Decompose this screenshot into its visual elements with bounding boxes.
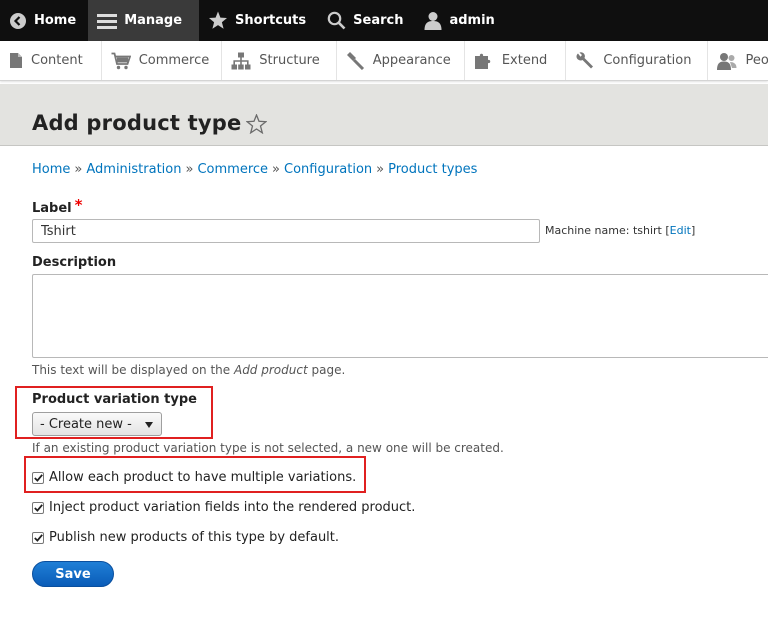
toolbar-user-label: admin: [449, 13, 495, 28]
description-textarea[interactable]: [32, 274, 768, 358]
variation-type-select[interactable]: - Create new -: [32, 412, 162, 436]
admin-menu-tray: Content Commerce Structure Appearance Ex…: [0, 41, 768, 81]
tray-item-label: Appearance: [372, 53, 451, 68]
tray-item-people[interactable]: People: [708, 41, 768, 80]
checkbox-inject-fields[interactable]: [32, 501, 44, 514]
toolbar-search-label: Search: [353, 13, 404, 28]
tray-item-label: Commerce: [138, 53, 210, 68]
machine-name-edit-link[interactable]: Edit: [670, 224, 691, 237]
tray-item-label: Extend: [501, 53, 548, 68]
breadcrumb-separator: »: [74, 162, 83, 177]
checkbox-multiple-label: Allow each product to have multiple vari…: [49, 470, 357, 485]
checkbox-row-publish: Publish new products of this type by def…: [32, 530, 339, 545]
checkmark-icon: [33, 533, 43, 542]
search-icon: [327, 11, 346, 30]
tray-item-structure[interactable]: Structure: [222, 41, 337, 80]
tray-item-configuration[interactable]: Configuration: [566, 41, 709, 80]
description-help: This text will be displayed on the Add p…: [32, 363, 345, 377]
variation-type-title: Product variation type: [32, 392, 197, 407]
toolbar-home-label: Home: [34, 13, 77, 28]
breadcrumb-configuration[interactable]: Configuration: [284, 162, 372, 177]
star-icon: [209, 11, 228, 29]
page-header: Add product type: [0, 84, 768, 146]
toolbar-user[interactable]: admin: [415, 0, 506, 41]
checkmark-icon: [33, 473, 43, 482]
label-field-title: Label *: [32, 196, 83, 216]
sitemap-icon: [231, 52, 251, 69]
tray-item-label: Structure: [259, 53, 320, 68]
tray-item-appearance[interactable]: Appearance: [337, 41, 465, 80]
toolbar-shortcuts[interactable]: Shortcuts: [199, 0, 318, 41]
wrench-icon: [576, 51, 594, 68]
breadcrumb-separator: »: [272, 162, 280, 177]
tray-item-label: Configuration: [603, 53, 692, 68]
checkbox-publish-default[interactable]: [32, 531, 44, 544]
breadcrumb: Home» Administration» Commerce» Configurati…: [32, 162, 477, 177]
description-help-pre: This text will be displayed on the: [32, 363, 234, 377]
shortcut-star-icon[interactable]: [246, 114, 267, 134]
variation-type-value: - Create new -: [40, 416, 132, 432]
description-help-em: Add product: [233, 363, 308, 377]
checkmark-icon: [33, 503, 43, 512]
admin-toolbar: Home Manage Shortcuts Search admin: [0, 0, 768, 41]
tray-item-label: People: [745, 53, 768, 68]
label-input[interactable]: [32, 219, 540, 243]
tray-item-content[interactable]: Content: [0, 41, 102, 80]
toolbar-home[interactable]: Home: [0, 0, 88, 41]
checkbox-multiple-variations[interactable]: [32, 471, 44, 484]
tray-item-commerce[interactable]: Commerce: [102, 41, 223, 80]
breadcrumb-home[interactable]: Home: [32, 162, 70, 177]
breadcrumb-product-types[interactable]: Product types: [388, 162, 477, 177]
chevron-down-icon: [145, 422, 153, 428]
page-title: Add product type: [32, 111, 242, 135]
checkbox-row-inject: Inject product variation fields into the…: [32, 500, 415, 515]
label-title-text: Label: [32, 201, 72, 216]
toolbar-shortcuts-label: Shortcuts: [235, 13, 307, 28]
breadcrumb-commerce[interactable]: Commerce: [197, 162, 268, 177]
hamburger-icon: [97, 13, 118, 29]
checkbox-inject-label: Inject product variation fields into the…: [49, 500, 416, 515]
machine-name-close: ]: [690, 224, 696, 237]
people-icon: [717, 52, 737, 70]
checkbox-publish-label: Publish new products of this type by def…: [49, 530, 340, 545]
variation-type-help: If an existing product variation type is…: [32, 441, 504, 455]
document-icon: [10, 53, 22, 68]
machine-name-text: Machine name: tshirt [: [545, 224, 670, 237]
cart-icon: [111, 52, 131, 69]
checkbox-row-multiple: Allow each product to have multiple vari…: [32, 470, 356, 485]
toolbar-manage-label: Manage: [124, 13, 183, 28]
machine-name: Machine name: tshirt [Edit]: [545, 224, 695, 237]
paintbrush-icon: [346, 51, 364, 70]
breadcrumb-administration[interactable]: Administration: [86, 162, 181, 177]
toolbar-search[interactable]: Search: [318, 0, 415, 41]
required-marker: *: [74, 196, 83, 214]
user-icon: [424, 12, 442, 30]
breadcrumb-separator: »: [376, 162, 385, 177]
breadcrumb-separator: »: [185, 162, 194, 177]
toolbar-manage[interactable]: Manage: [88, 0, 200, 41]
save-button[interactable]: Save: [32, 561, 114, 587]
tray-item-extend[interactable]: Extend: [465, 41, 567, 80]
description-help-post: page.: [307, 363, 346, 377]
tray-item-label: Content: [31, 53, 83, 68]
description-title: Description: [32, 255, 117, 270]
puzzle-icon: [474, 53, 491, 69]
back-arrow-icon: [10, 12, 26, 29]
